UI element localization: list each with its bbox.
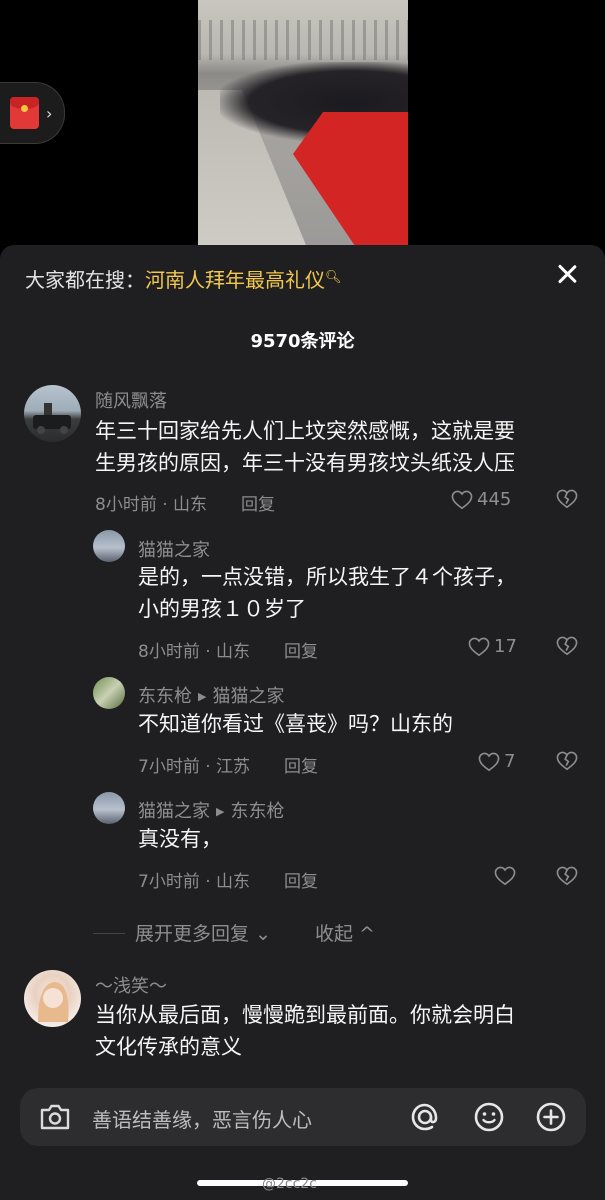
comment-author[interactable]: 猫猫之家 — [138, 536, 210, 562]
search-icon: 🔍︎ — [325, 270, 342, 285]
avatar[interactable] — [93, 677, 125, 709]
close-icon[interactable] — [552, 259, 582, 289]
trending-search-keyword[interactable]: 河南人拜年最高礼仪 — [145, 268, 325, 292]
watermark: @2cc2c — [262, 1176, 317, 1192]
comment-text: 是的，一点没错，所以我生了４个孩子， 小的男孩１０岁了 — [138, 561, 516, 625]
replies-toggle: 展开更多回复 ⌄ 收起 ^ — [93, 919, 375, 946]
comment-text-line: 不知道你看过《喜丧》吗？山东的 — [138, 712, 453, 736]
comment-author: 东东枪 ▶ 猫猫之家 — [138, 682, 284, 708]
video-red-carpet — [293, 112, 408, 245]
comment-input-placeholder: 善语结善缘，恶言伤人心 — [92, 1108, 312, 1132]
avatar[interactable] — [93, 792, 125, 824]
reply-arrow-icon: ▶ — [216, 805, 225, 818]
comment-meta: 8小时前 · 山东 回复 — [138, 637, 318, 662]
expand-replies-button[interactable]: 展开更多回复 ⌄ — [135, 923, 271, 945]
comment-meta: 7小时前 · 山东 回复 — [138, 867, 318, 892]
reply-button[interactable]: 回复 — [284, 642, 318, 662]
comment-text: 不知道你看过《喜丧》吗？山东的 — [138, 708, 453, 740]
comment-text-line: 当你从最后面，慢慢跪到最前面。你就会明白 — [95, 1003, 515, 1027]
reply-to-name[interactable]: 东东枪 — [230, 801, 284, 822]
comment-text: 年三十回家给先人们上坟突然感慨，这就是要 生男孩的原因，年三十没有男孩坟头纸没人… — [95, 415, 515, 479]
comment-text-line: 小的男孩１０岁了 — [138, 597, 306, 621]
comment-text: 真没有， — [138, 823, 222, 855]
video-frame[interactable] — [198, 0, 408, 245]
comment-text-line: 真没有， — [138, 827, 222, 851]
avatar-car-image — [33, 403, 71, 434]
chevron-up-icon: ^ — [359, 923, 375, 945]
avatar[interactable] — [24, 385, 81, 442]
avatar[interactable] — [24, 970, 81, 1027]
trending-search-label: 大家都在搜： — [25, 268, 145, 292]
heart-icon — [494, 866, 516, 886]
heart-icon — [478, 752, 500, 771]
comment-input[interactable]: 善语结善缘，恶言伤人心 — [20, 1088, 586, 1146]
comment-time-location: 8小时前 · 山东 — [138, 642, 251, 662]
comments-sheet: 大家都在搜：河南人拜年最高礼仪🔍︎ 9570条评论 随风飘落 年三十回家给先人们… — [0, 245, 605, 1200]
comment-time-location: 7小时前 · 山东 — [138, 872, 251, 892]
comment-author-name[interactable]: 猫猫之家 — [138, 801, 210, 822]
plus-icon[interactable] — [534, 1100, 568, 1134]
comment-author[interactable]: 随风飘落 — [95, 387, 167, 413]
like-button[interactable]: 17 — [468, 636, 517, 657]
comment-text-line: 是的，一点没错，所以我生了４个孩子， — [138, 565, 516, 589]
like-button[interactable] — [494, 866, 520, 886]
avatar-illustration — [38, 982, 69, 1022]
collapse-button[interactable]: 收起 ^ — [315, 923, 375, 945]
comment-time-location: 8小时前 · 山东 — [95, 495, 208, 515]
expand-replies-label: 展开更多回复 — [135, 923, 250, 945]
at-icon[interactable] — [408, 1100, 442, 1134]
like-count: 445 — [477, 489, 512, 510]
heart-icon — [468, 637, 490, 656]
comment-author-name[interactable]: 东东枪 — [138, 686, 192, 707]
broken-heart-icon[interactable] — [556, 866, 578, 886]
reply-to-name[interactable]: 猫猫之家 — [212, 686, 284, 707]
comment-meta: 7小时前 · 江苏 回复 — [138, 752, 318, 777]
chevron-down-icon: ⌄ — [255, 923, 271, 945]
comment-text-line: 文化传承的意义 — [95, 1035, 242, 1059]
chevron-right-icon: › — [46, 103, 53, 123]
red-packet-icon — [10, 97, 39, 129]
reply-button[interactable]: 回复 — [241, 495, 275, 515]
reply-button[interactable]: 回复 — [284, 872, 318, 892]
collapse-label: 收起 — [314, 923, 353, 945]
comment-text-line: 生男孩的原因，年三十没有男孩坟头纸没人压 — [95, 451, 515, 475]
divider-line — [93, 933, 125, 934]
red-packet-button[interactable]: › — [0, 82, 65, 144]
comment-text: 当你从最后面，慢慢跪到最前面。你就会明白 文化传承的意义 — [95, 999, 515, 1063]
broken-heart-icon[interactable] — [556, 636, 578, 656]
comment-author: 猫猫之家 ▶ 东东枪 — [138, 797, 284, 823]
video-trees — [198, 20, 408, 60]
trending-search[interactable]: 大家都在搜：河南人拜年最高礼仪🔍︎ — [25, 264, 342, 293]
like-button[interactable]: 445 — [451, 489, 511, 510]
comments-count: 9570条评论 — [250, 331, 355, 352]
avatar[interactable] — [93, 530, 125, 562]
reply-button[interactable]: 回复 — [284, 757, 318, 777]
broken-heart-icon[interactable] — [556, 751, 578, 771]
heart-icon — [451, 490, 473, 509]
like-count: 17 — [494, 636, 517, 657]
camera-icon[interactable] — [38, 1101, 72, 1133]
like-count: 7 — [504, 751, 516, 772]
comment-author[interactable]: ～浅笑～ — [95, 972, 167, 998]
comment-time-location: 7小时前 · 江苏 — [138, 757, 251, 777]
emoji-icon[interactable] — [472, 1100, 506, 1134]
broken-heart-icon[interactable] — [556, 489, 578, 509]
comment-meta: 8小时前 · 山东 回复 — [95, 490, 275, 515]
comment-text-line: 年三十回家给先人们上坟突然感慨，这就是要 — [95, 419, 515, 443]
reply-arrow-icon: ▶ — [198, 690, 207, 703]
like-button[interactable]: 7 — [478, 751, 515, 772]
